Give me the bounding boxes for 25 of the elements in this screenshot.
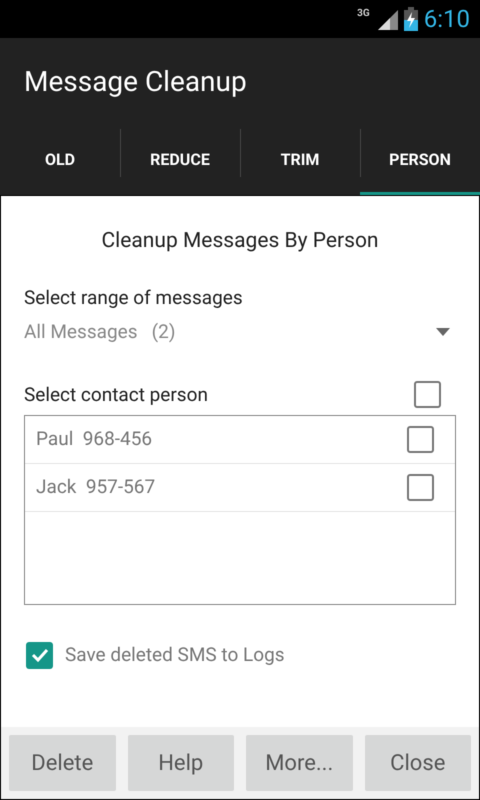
section-heading: Cleanup Messages By Person xyxy=(100,228,380,255)
checkbox[interactable] xyxy=(26,642,53,669)
checkbox[interactable] xyxy=(414,381,441,408)
action-button[interactable]: Close xyxy=(364,735,471,791)
contact-name: Jack 957-567 xyxy=(36,474,156,500)
checkbox[interactable] xyxy=(407,474,434,501)
save-option-label: Save deleted SMS to Logs xyxy=(65,642,285,668)
network-type: 3G xyxy=(357,7,370,21)
range-dropdown[interactable]: All Messages (2) xyxy=(24,318,456,346)
tab[interactable]: REDUCE xyxy=(120,125,240,195)
app-title: Message Cleanup xyxy=(24,64,247,100)
clock: 6:10 xyxy=(424,7,470,31)
contact-name: Paul 968-456 xyxy=(36,426,152,452)
action-button[interactable]: More... xyxy=(246,735,352,791)
range-label: Select range of messages xyxy=(24,284,244,310)
signal-icon xyxy=(376,8,398,30)
dropdown-arrow-icon xyxy=(436,328,450,336)
tab[interactable]: TRIM xyxy=(240,125,360,195)
tab[interactable]: OLD xyxy=(0,125,120,195)
checkmark-icon xyxy=(30,648,48,662)
checkbox[interactable] xyxy=(407,426,434,453)
action-button[interactable]: Help xyxy=(128,735,234,791)
contact-label: Select contact person xyxy=(24,382,208,408)
battery-icon xyxy=(404,7,418,31)
action-button[interactable]: Delete xyxy=(9,735,116,791)
